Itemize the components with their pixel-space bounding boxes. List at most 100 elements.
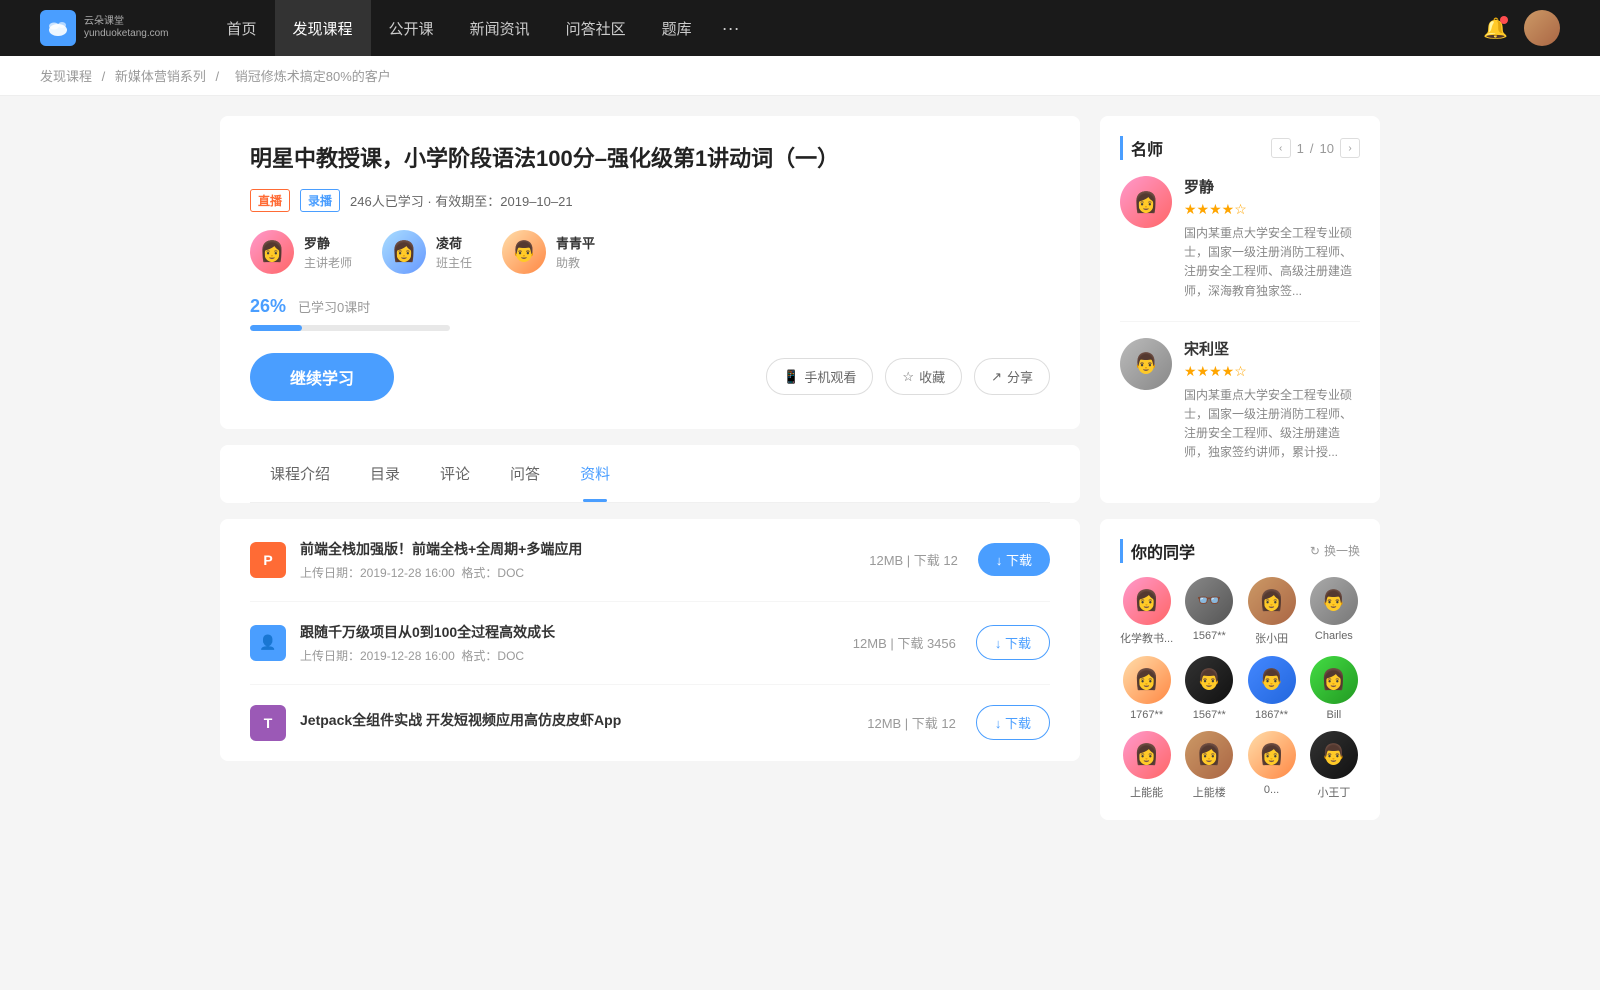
classmates-title: 你的同学 <box>1120 539 1195 563</box>
refresh-classmates-button[interactable]: ↻ 换一换 <box>1310 542 1360 559</box>
tabs-card: 课程介绍 目录 评论 问答 资料 <box>220 445 1080 503</box>
star-icon: ☆ <box>902 369 914 385</box>
share-button[interactable]: ↗ 分享 <box>974 358 1050 395</box>
nav-qa[interactable]: 问答社区 <box>548 0 644 56</box>
collect-button[interactable]: ☆ 收藏 <box>885 358 962 395</box>
classmate-item-1[interactable]: 👓 1567** <box>1183 577 1235 646</box>
breadcrumb-current: 销冠修炼术搞定80%的客户 <box>235 69 391 84</box>
teacher-info-2: 宋利坚 ★★★★☆ 国内某重点大学安全工程专业硕士，国家一级注册消防工程师、注册… <box>1184 338 1360 463</box>
classmate-item-7[interactable]: 👩 Bill <box>1308 656 1360 721</box>
header: 云朵课堂 yunduoketang.com 首页 发现课程 公开课 新闻资讯 问… <box>0 0 1600 56</box>
classmate-item-2[interactable]: 👩 张小田 <box>1245 577 1297 646</box>
progress-text: 已学习0课时 <box>298 297 370 316</box>
refresh-icon: ↻ <box>1310 544 1320 558</box>
download-button-2[interactable]: ↓ 下载 <box>976 705 1050 740</box>
tab-intro[interactable]: 课程介绍 <box>250 445 350 502</box>
classmate-item-8[interactable]: 👩 上能能 <box>1120 731 1173 800</box>
classmates-grid: 👩 化学教书... 👓 1567** 👩 张小田 👨 Charles 👩 176… <box>1120 577 1360 800</box>
classmate-avatar-1: 👓 <box>1185 577 1233 625</box>
resource-name-0: 前端全栈加强版！前端全栈+全周期+多端应用 <box>300 539 869 559</box>
classmate-name-3: Charles <box>1308 630 1360 642</box>
progress-section: 26% 已学习0课时 <box>250 296 1050 331</box>
classmate-name-9: 上能楼 <box>1183 784 1235 800</box>
course-info-card: 明星中教授课，小学阶段语法100分–强化级第1讲动词（一） 直播 录播 246人… <box>220 116 1080 429</box>
action-buttons: 📱 手机观看 ☆ 收藏 ↗ 分享 <box>766 358 1050 395</box>
teacher-item-1: 👩 罗静 ★★★★☆ 国内某重点大学安全工程专业硕士，国家一级注册消防工程师、注… <box>1120 176 1360 301</box>
classmate-item-11[interactable]: 👨 小王丁 <box>1308 731 1360 800</box>
teacher-name-2: 宋利坚 <box>1184 338 1360 359</box>
nav-home[interactable]: 首页 <box>209 0 275 56</box>
nav-public[interactable]: 公开课 <box>371 0 452 56</box>
instructor-3: 👨 青青平 助教 <box>502 230 595 274</box>
classmates-header: 你的同学 ↻ 换一换 <box>1120 539 1360 563</box>
course-meta: 直播 录播 246人已学习 · 有效期至：2019–10–21 <box>250 189 1050 212</box>
resource-meta-1: 上传日期：2019-12-28 16:00 格式：DOC <box>300 647 853 664</box>
resource-info-1: 跟随千万级项目从0到100全过程高效成长 上传日期：2019-12-28 16:… <box>300 622 853 664</box>
classmate-item-10[interactable]: 👩 0... <box>1245 731 1297 800</box>
classmate-name-8: 上能能 <box>1120 784 1173 800</box>
logo[interactable]: 云朵课堂 yunduoketang.com <box>40 10 169 46</box>
next-page-button[interactable]: › <box>1340 138 1360 158</box>
download-button-0[interactable]: ↓ 下载 <box>978 543 1050 576</box>
resource-name-2: Jetpack全组件实战 开发短视频应用高仿皮皮虾App <box>300 710 867 730</box>
course-title: 明星中教授课，小学阶段语法100分–强化级第1讲动词（一） <box>250 144 1050 175</box>
nav-discover[interactable]: 发现课程 <box>275 0 371 56</box>
tab-qa[interactable]: 问答 <box>490 445 560 502</box>
prev-page-button[interactable]: ‹ <box>1271 138 1291 158</box>
resource-stats-2: 12MB | 下载 12 <box>867 713 956 732</box>
badge-rec: 录播 <box>300 189 340 212</box>
refresh-label: 换一换 <box>1324 542 1360 559</box>
classmate-name-2: 张小田 <box>1245 630 1297 646</box>
teacher-item-2: 👨 宋利坚 ★★★★☆ 国内某重点大学安全工程专业硕士，国家一级注册消防工程师、… <box>1120 338 1360 463</box>
logo-text: 云朵课堂 yunduoketang.com <box>84 16 169 40</box>
tab-review[interactable]: 评论 <box>420 445 490 502</box>
resource-item-1: 👤 跟随千万级项目从0到100全过程高效成长 上传日期：2019-12-28 1… <box>250 602 1050 685</box>
instructor-1: 👩 罗静 主讲老师 <box>250 230 352 274</box>
classmate-avatar-6: 👨 <box>1248 656 1296 704</box>
teachers-card: 名师 ‹ 1 / 10 › 👩 罗静 ★★★★☆ 国内某重点大学安全工程专业硕士… <box>1100 116 1380 503</box>
teacher-avatar-2: 👨 <box>1120 338 1172 390</box>
nav-news[interactable]: 新闻资讯 <box>452 0 548 56</box>
classmate-item-0[interactable]: 👩 化学教书... <box>1120 577 1173 646</box>
classmate-item-4[interactable]: 👩 1767** <box>1120 656 1173 721</box>
download-button-1[interactable]: ↓ 下载 <box>976 625 1050 660</box>
notification-bell[interactable]: 🔔 <box>1483 16 1508 41</box>
instructor-role-1: 主讲老师 <box>304 254 352 271</box>
resource-icon-0: P <box>250 542 286 578</box>
progress-percentage: 26% <box>250 296 286 317</box>
course-enrollment: 246人已学习 · 有效期至：2019–10–21 <box>350 191 573 210</box>
main-nav: 首页 发现课程 公开课 新闻资讯 问答社区 题库 ··· <box>209 0 752 56</box>
breadcrumb-series[interactable]: 新媒体营销系列 <box>115 69 206 84</box>
classmate-item-9[interactable]: 👩 上能楼 <box>1183 731 1235 800</box>
instructors: 👩 罗静 主讲老师 👩 凌荷 班主任 👨 青青平 <box>250 230 1050 274</box>
header-right: 🔔 <box>1483 10 1560 46</box>
teachers-header: 名师 ‹ 1 / 10 › <box>1120 136 1360 160</box>
classmate-item-6[interactable]: 👨 1867** <box>1245 656 1297 721</box>
classmate-avatar-7: 👩 <box>1310 656 1358 704</box>
instructor-name-2: 凌荷 <box>436 233 472 252</box>
classmate-item-3[interactable]: 👨 Charles <box>1308 577 1360 646</box>
instructor-role-2: 班主任 <box>436 254 472 271</box>
instructor-info-2: 凌荷 班主任 <box>436 233 472 271</box>
tab-resources[interactable]: 资料 <box>560 445 630 502</box>
continue-learning-button[interactable]: 继续学习 <box>250 353 394 401</box>
user-avatar-header[interactable] <box>1524 10 1560 46</box>
classmate-item-5[interactable]: 👨 1567** <box>1183 656 1235 721</box>
action-row: 继续学习 📱 手机观看 ☆ 收藏 ↗ 分享 <box>250 353 1050 401</box>
classmate-name-10: 0... <box>1245 784 1297 796</box>
nav-more[interactable]: ··· <box>710 0 752 56</box>
badge-live: 直播 <box>250 189 290 212</box>
tab-catalog[interactable]: 目录 <box>350 445 420 502</box>
page-current: 1 <box>1297 141 1304 156</box>
page-total: 10 <box>1320 141 1334 156</box>
mobile-watch-button[interactable]: 📱 手机观看 <box>766 358 873 395</box>
breadcrumb-discover[interactable]: 发现课程 <box>40 69 92 84</box>
classmate-avatar-8: 👩 <box>1123 731 1171 779</box>
teacher-stars-2: ★★★★☆ <box>1184 363 1360 380</box>
main-container: 明星中教授课，小学阶段语法100分–强化级第1讲动词（一） 直播 录播 246人… <box>200 116 1400 836</box>
breadcrumb: 发现课程 / 新媒体营销系列 / 销冠修炼术搞定80%的客户 <box>0 56 1600 96</box>
nav-quiz[interactable]: 题库 <box>644 0 710 56</box>
classmate-name-11: 小王丁 <box>1308 784 1360 800</box>
classmate-name-0: 化学教书... <box>1120 630 1173 646</box>
share-icon: ↗ <box>991 369 1002 385</box>
